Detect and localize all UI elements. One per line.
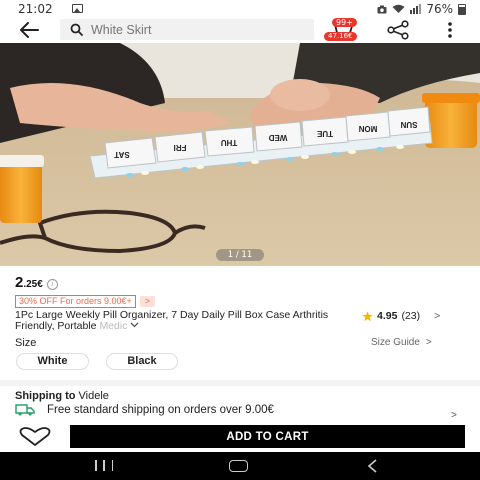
cart-total-badge: 47.16€ — [324, 32, 357, 41]
system-nav-bar — [0, 452, 480, 480]
status-time: 21:02 — [18, 2, 53, 16]
status-bar: 21:02 76% — [0, 0, 480, 18]
recent-apps-icon[interactable] — [95, 460, 113, 471]
product-title[interactable]: 1Pc Large Weekly Pill Organizer, 7 Day D… — [15, 310, 335, 332]
shipping-title[interactable]: Shipping to Videle — [15, 390, 109, 402]
lid-label: MON — [358, 124, 377, 133]
search-input[interactable] — [91, 22, 301, 37]
size-guide-text: Size Guide — [371, 337, 420, 348]
shipping-info[interactable]: Free standard shipping on orders over 9.… — [15, 404, 274, 416]
heart-icon[interactable] — [18, 427, 52, 447]
wifi-icon — [392, 4, 405, 13]
signal-icon — [410, 4, 422, 14]
chevron-right-icon[interactable]: > — [451, 410, 457, 421]
product-price: 2.25€ i — [15, 274, 58, 292]
chevron-right-icon: > — [434, 310, 441, 322]
star-icon — [362, 310, 373, 321]
battery-percent: 76% — [426, 2, 453, 16]
camera-icon — [377, 5, 387, 13]
back-arrow-icon[interactable] — [18, 20, 40, 40]
rating-score: 4.95 — [377, 310, 398, 322]
size-label: Size — [15, 337, 37, 349]
shipping-destination: Videle — [78, 390, 109, 402]
top-header: 99+ 47.16€ — [0, 18, 480, 42]
product-title-text: 1Pc Large Weekly Pill Organizer, 7 Day D… — [15, 309, 329, 332]
promo-tag: 30% OFF For orders 9.00€+ — [15, 295, 136, 308]
shipping-text: Free standard shipping on orders over 9.… — [47, 404, 274, 416]
size-option-white[interactable]: White — [16, 353, 89, 370]
promo-arrow-icon[interactable]: > — [139, 296, 156, 307]
product-image-gallery[interactable]: SAT FRI THU WED TUE MON SUN 1 / 11 — [0, 43, 480, 266]
cart-count-badge: 99+ — [332, 18, 357, 27]
price-info-icon[interactable]: i — [46, 279, 58, 290]
lid-label: TUE — [316, 129, 333, 138]
chevron-right-icon: > — [425, 337, 432, 348]
rating-summary[interactable]: 4.95 (23) > — [362, 310, 440, 322]
battery-icon — [458, 3, 466, 15]
product-title-faded: Medic — [99, 320, 128, 332]
product-photo: SAT FRI THU WED TUE MON SUN — [0, 43, 480, 266]
system-back-icon[interactable] — [366, 459, 380, 473]
rating-count: (23) — [401, 310, 421, 322]
add-to-cart-button[interactable]: ADD TO CART — [70, 425, 465, 448]
promo-banner[interactable]: 30% OFF For orders 9.00€+ > — [15, 295, 156, 308]
price-decimal: .25€ — [23, 279, 43, 290]
lid-label: THU — [221, 138, 238, 147]
lid-label: WED — [268, 133, 287, 142]
search-icon — [70, 23, 83, 36]
cart-button[interactable]: 99+ 47.16€ — [324, 18, 362, 42]
lid-label: SAT — [114, 150, 130, 159]
image-counter: 1 / 11 — [216, 249, 264, 261]
size-option-black[interactable]: Black — [106, 353, 178, 370]
size-guide-link[interactable]: Size Guide > — [371, 337, 432, 348]
search-bar[interactable] — [60, 19, 314, 40]
lid-label: FRI — [174, 143, 187, 152]
gallery-notification-icon — [72, 4, 83, 13]
home-icon[interactable] — [229, 460, 248, 472]
truck-icon — [15, 404, 35, 416]
chevron-down-icon[interactable] — [130, 322, 139, 328]
section-divider — [0, 380, 480, 386]
shipping-title-label: Shipping to — [15, 390, 76, 402]
status-icons: 76% — [377, 2, 466, 16]
lid-label: SUN — [400, 120, 417, 129]
more-options-icon[interactable] — [440, 20, 460, 40]
share-icon[interactable] — [386, 20, 410, 40]
